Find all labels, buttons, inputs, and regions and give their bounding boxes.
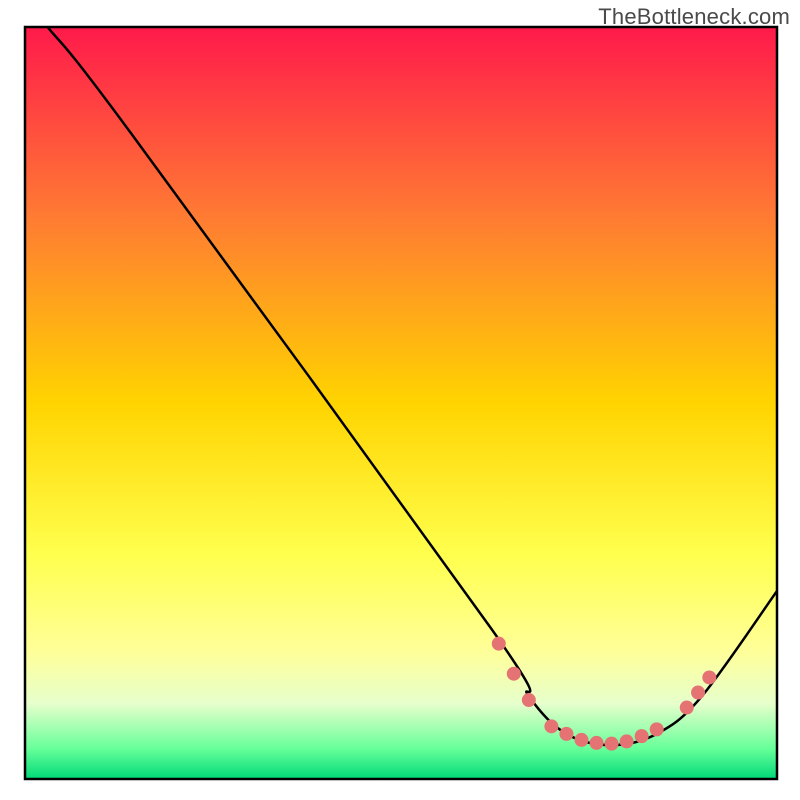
optimum-dot — [590, 736, 604, 750]
gradient-background — [25, 27, 777, 779]
optimum-dot — [522, 693, 536, 707]
optimum-dot — [691, 686, 705, 700]
optimum-dot — [650, 722, 664, 736]
optimum-dot — [635, 729, 649, 743]
optimum-dot — [559, 727, 573, 741]
chart-frame: TheBottleneck.com — [0, 0, 800, 800]
optimum-dot — [507, 667, 521, 681]
watermark-text: TheBottleneck.com — [598, 4, 790, 30]
bottleneck-chart — [0, 0, 800, 800]
optimum-dot — [680, 701, 694, 715]
optimum-dot — [620, 734, 634, 748]
optimum-dot — [702, 670, 716, 684]
optimum-dot — [492, 637, 506, 651]
optimum-dot — [544, 719, 558, 733]
optimum-dot — [605, 737, 619, 751]
optimum-dot — [574, 733, 588, 747]
